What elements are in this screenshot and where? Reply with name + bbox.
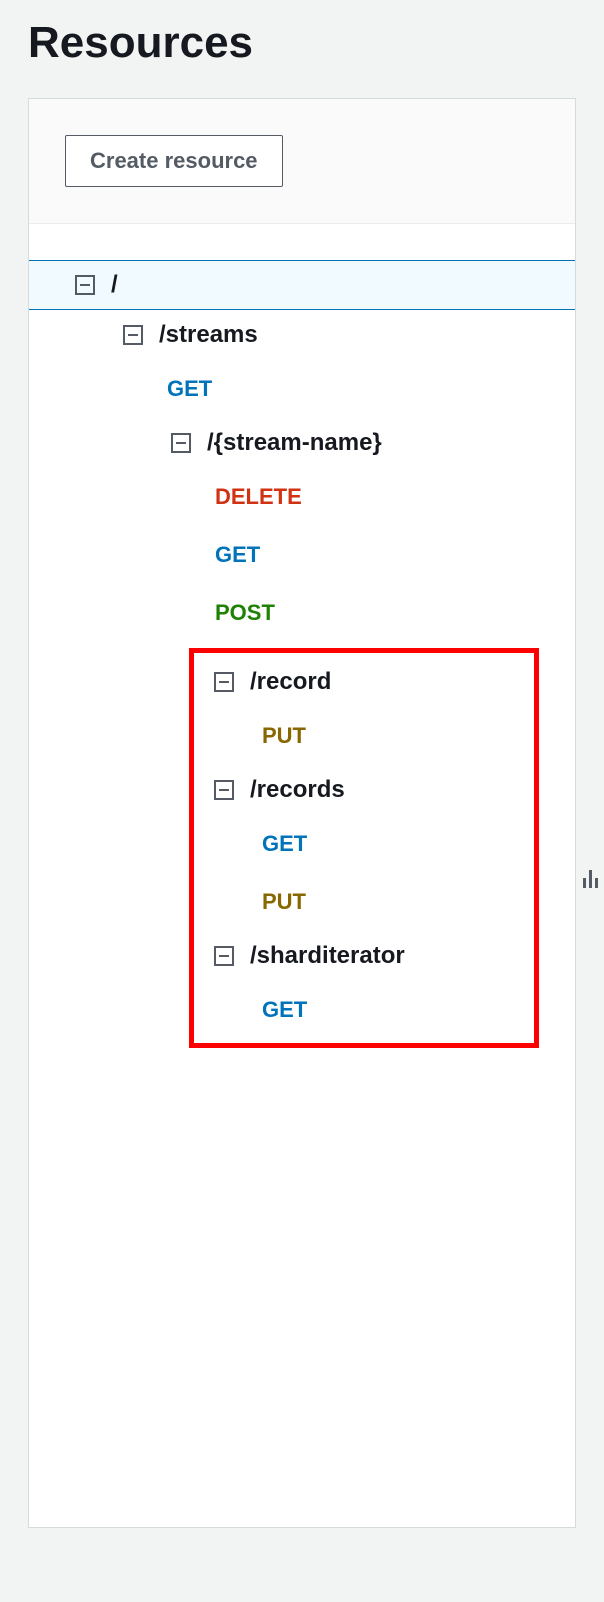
- create-resource-button[interactable]: Create resource: [65, 135, 283, 187]
- tree-label: /: [111, 271, 118, 299]
- tree-label: /record: [250, 668, 331, 696]
- method-label: DELETE: [215, 484, 302, 510]
- tree-label: /records: [250, 776, 345, 804]
- method-label: PUT: [262, 889, 306, 915]
- tree-node-stream-name[interactable]: /{stream-name}: [29, 418, 575, 468]
- tree-label: /{stream-name}: [207, 429, 382, 457]
- tree-method-put[interactable]: PUT: [194, 873, 534, 931]
- highlight-annotation: /record PUT /records GET PUT /sharditera…: [189, 648, 539, 1048]
- resource-tree: / /streams GET /{stream-name} DELETE GET…: [29, 224, 575, 1048]
- tree-method-get[interactable]: GET: [29, 360, 575, 418]
- tree-label: /sharditerator: [250, 942, 405, 970]
- method-label: GET: [262, 997, 307, 1023]
- tree-method-post[interactable]: POST: [29, 584, 575, 642]
- tree-node-record[interactable]: /record: [194, 657, 534, 707]
- method-label: GET: [167, 376, 212, 402]
- collapse-icon[interactable]: [214, 672, 234, 692]
- collapse-icon[interactable]: [75, 275, 95, 295]
- tree-node-root[interactable]: /: [29, 260, 575, 310]
- tree-method-get[interactable]: GET: [194, 815, 534, 873]
- method-label: GET: [262, 831, 307, 857]
- tree-node-streams[interactable]: /streams: [29, 310, 575, 360]
- method-label: GET: [215, 542, 260, 568]
- tree-method-get[interactable]: GET: [194, 981, 534, 1039]
- collapse-icon[interactable]: [123, 325, 143, 345]
- resize-handle-icon[interactable]: [583, 870, 598, 888]
- method-label: POST: [215, 600, 275, 626]
- tree-method-get[interactable]: GET: [29, 526, 575, 584]
- tree-method-put[interactable]: PUT: [194, 707, 534, 765]
- tree-node-sharditerator[interactable]: /sharditerator: [194, 931, 534, 981]
- resources-panel: Create resource / /streams GET /{stream-…: [28, 98, 576, 1528]
- method-label: PUT: [262, 723, 306, 749]
- tree-method-delete[interactable]: DELETE: [29, 468, 575, 526]
- collapse-icon[interactable]: [171, 433, 191, 453]
- tree-node-records[interactable]: /records: [194, 765, 534, 815]
- collapse-icon[interactable]: [214, 780, 234, 800]
- collapse-icon[interactable]: [214, 946, 234, 966]
- page-title: Resources: [0, 0, 604, 98]
- tree-label: /streams: [159, 321, 258, 349]
- panel-header: Create resource: [29, 99, 575, 224]
